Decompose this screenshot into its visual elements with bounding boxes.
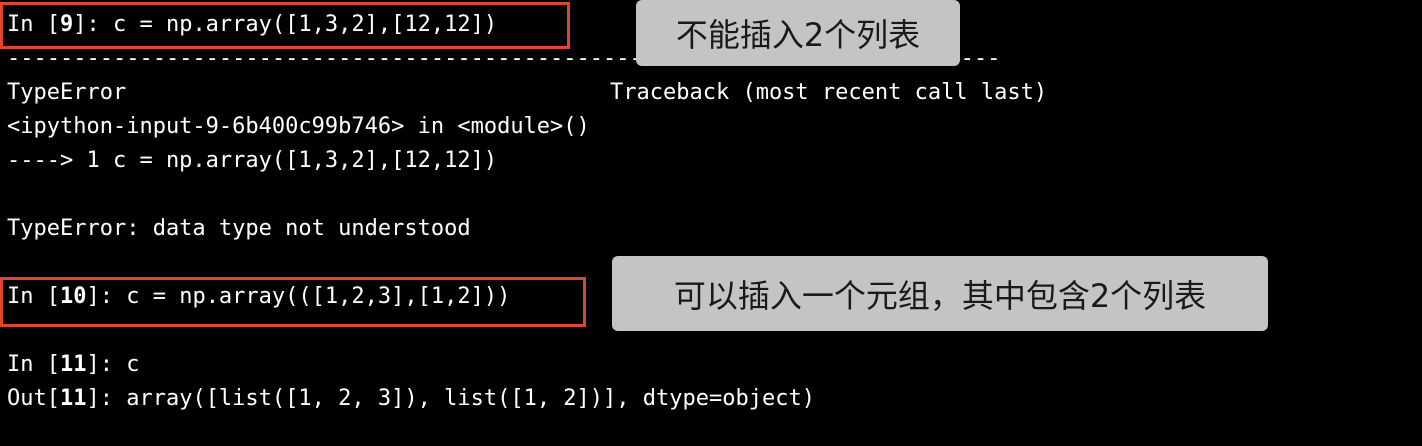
out-11-value: ]: array([list([1, 2, 3]), list([1, 2])]… — [86, 386, 815, 411]
trace-line: ----> 1 c = np.array([1,3,2],[12,12]) — [7, 148, 498, 173]
cell-11-output: Out[11]: array([list([1, 2, 3]), list([1… — [7, 386, 815, 412]
callout-tuple-insert: 可以插入一个元组，其中包含2个列表 — [612, 256, 1268, 331]
error-type-label: TypeError — [7, 80, 127, 105]
cell-11-input: In [11]: c — [7, 352, 139, 378]
callout-cannot-insert: 不能插入2个列表 — [636, 0, 960, 66]
traceback-label: Traceback (most recent call last) — [610, 80, 1048, 105]
cell-11-code: ]: c — [86, 352, 140, 377]
error-message: TypeError: data type not understood — [7, 216, 471, 241]
cell-11-number: 11 — [59, 352, 87, 377]
highlight-box-cell-9 — [0, 2, 570, 49]
cell-11-in-prefix: In [ — [7, 352, 60, 377]
highlight-box-cell-10 — [0, 277, 586, 327]
out-11-prefix: Out[ — [7, 386, 60, 411]
trace-location: <ipython-input-9-6b400c99b746> in <modul… — [7, 114, 590, 139]
out-11-number: 11 — [59, 386, 87, 411]
